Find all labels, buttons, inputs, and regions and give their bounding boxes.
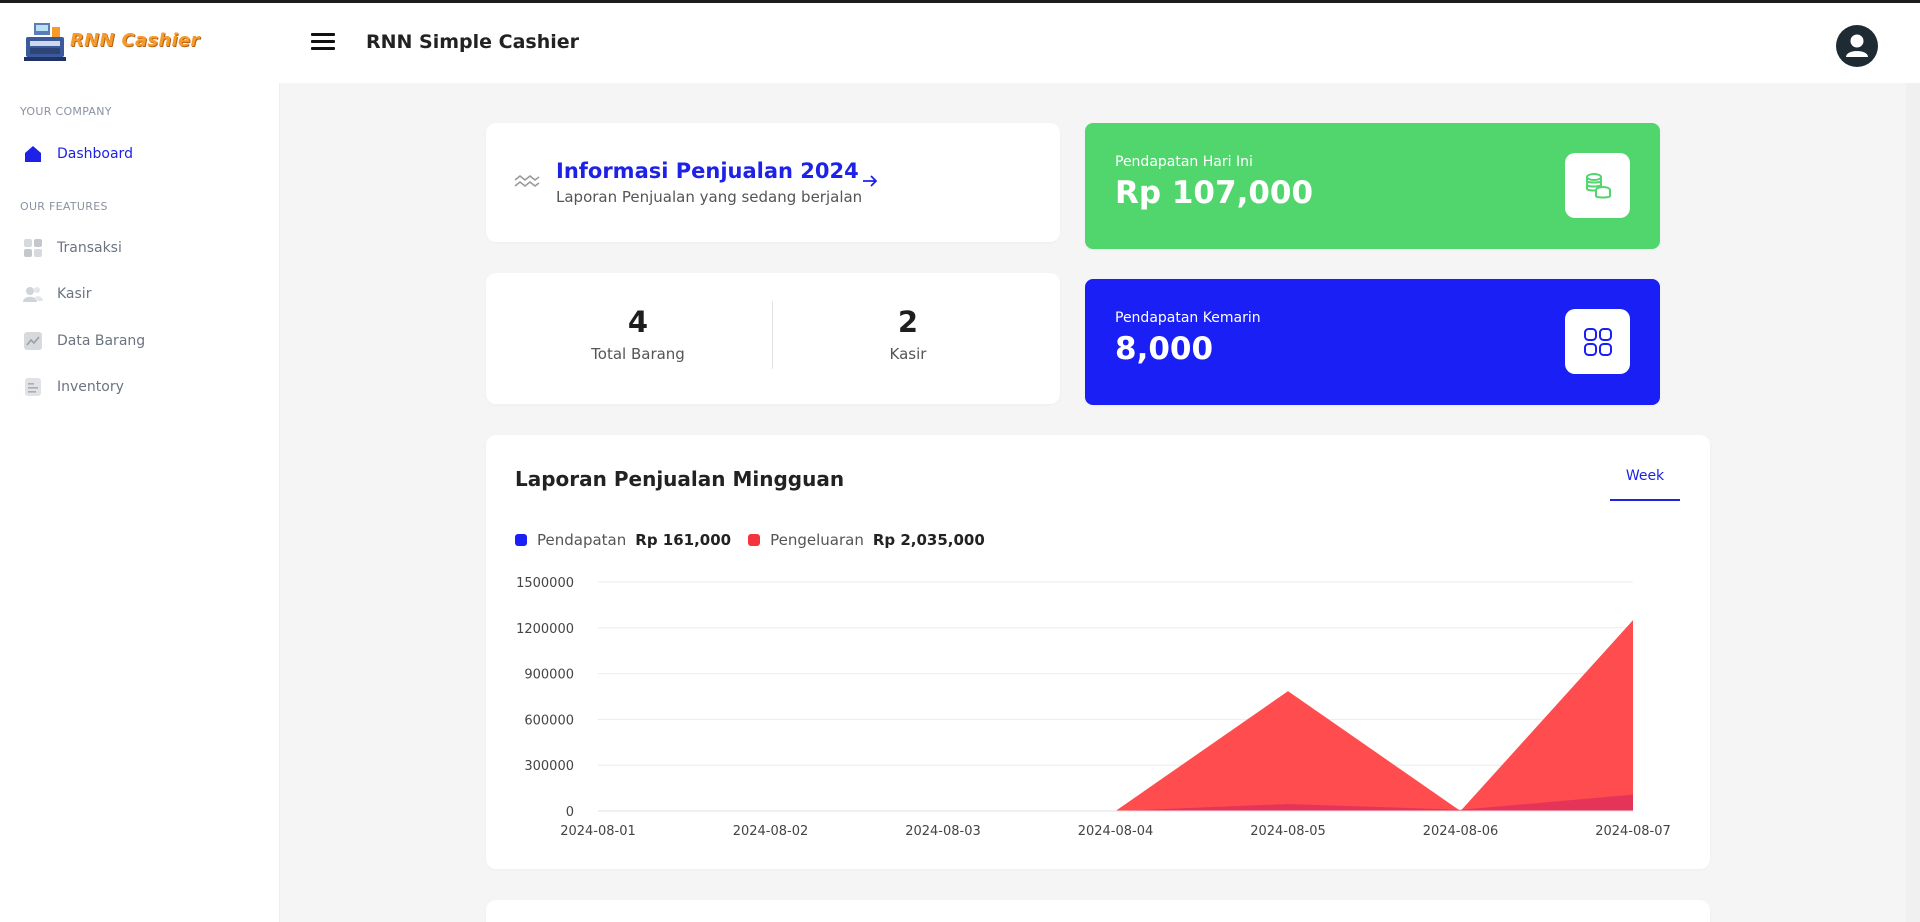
sidebar-item-dashboard[interactable]: Dashboard: [22, 139, 262, 169]
sidebar-item-label: Dashboard: [57, 146, 133, 162]
sidebar: YOUR COMPANY Dashboard OUR FEATURES Tran…: [0, 83, 280, 922]
series-area-pengeluaran: [598, 620, 1633, 811]
x-tick-label: 2024-08-02: [733, 824, 809, 839]
kpi-value: 8,000: [1115, 331, 1214, 367]
chart-title: Laporan Penjualan Mingguan: [515, 467, 845, 491]
apps-grid-icon: [1583, 327, 1612, 356]
weekly-sales-chart-card: 0 300000 600000 900000 1200000 1500000 2024-08…: [486, 435, 1710, 869]
x-tick-label: 2024-08-05: [1250, 824, 1326, 839]
info-card-subtitle: Laporan Penjualan yang sedang berjalan: [556, 188, 863, 206]
legend-name: Pendapatan: [537, 531, 627, 549]
sidebar-item-label: Data Barang: [57, 333, 146, 349]
logo[interactable]: RNN Cashier: [22, 17, 200, 63]
y-tick-label: 0: [566, 805, 574, 820]
user-avatar-button[interactable]: [1836, 25, 1878, 67]
wave-icon: [514, 174, 540, 188]
kpi-yesterday-revenue: Pendapatan Kemarin 8,000: [1085, 279, 1660, 405]
home-icon: [22, 143, 44, 165]
x-tick-label: 2024-08-04: [1078, 824, 1154, 839]
top-header: RNN Cashier RNN Simple Cashier: [0, 3, 1920, 83]
chart-icon: [22, 330, 44, 352]
sidebar-item-label: Inventory: [57, 379, 124, 395]
legend-amount: Rp 2,035,000: [872, 531, 985, 549]
logo-text: RNN Cashier: [70, 29, 200, 51]
legend-swatch-pendapatan: [515, 534, 527, 546]
sidebar-section-company: YOUR COMPANY: [20, 105, 112, 118]
sidebar-section-features: OUR FEATURES: [20, 200, 108, 213]
weekly-sales-chart: 0 300000 600000 900000 1200000 1500000 2024-08…: [516, 576, 1671, 839]
legend-name: Pengeluaran: [770, 531, 864, 549]
hamburger-icon-line: [311, 33, 335, 36]
cash-register-icon: [24, 23, 66, 61]
hamburger-icon-line: [311, 40, 335, 43]
kpi-label: Pendapatan Hari Ini: [1115, 154, 1253, 170]
coins-icon: [1585, 172, 1611, 198]
hamburger-icon-line: [311, 47, 335, 50]
user-icon: [1846, 34, 1868, 57]
app-title: RNN Simple Cashier: [366, 31, 580, 53]
next-section-card: [486, 900, 1710, 922]
document-icon: [22, 376, 44, 398]
sidebar-item-kasir[interactable]: Kasir: [22, 279, 262, 309]
stat-value: 2: [897, 305, 919, 339]
window-top-border: [0, 0, 1920, 3]
stat-kasir: 2 Kasir: [808, 305, 1008, 363]
info-card-title: Informasi Penjualan 2024: [556, 159, 859, 183]
sidebar-item-label: Kasir: [57, 286, 92, 302]
sidebar-item-label: Transaksi: [57, 240, 122, 256]
kpi-today-revenue: Pendapatan Hari Ini Rp 107,000: [1085, 123, 1660, 249]
y-tick-label: 300000: [524, 759, 574, 774]
y-tick-label: 900000: [524, 668, 574, 683]
tab-week[interactable]: Week: [1610, 461, 1680, 501]
legend-amount: Rp 161,000: [635, 531, 732, 549]
sidebar-item-transaksi[interactable]: Transaksi: [22, 233, 262, 263]
arrow-right-icon[interactable]: [860, 172, 880, 190]
x-tick-label: 2024-08-03: [905, 824, 981, 839]
sidebar-item-inventory[interactable]: Inventory: [22, 372, 262, 402]
kpi-icon-box: [1565, 153, 1630, 218]
stat-value: 4: [627, 305, 649, 339]
kpi-icon-box: [1565, 309, 1630, 374]
y-tick-label: 1500000: [516, 576, 574, 591]
x-tick-label: 2024-08-01: [560, 824, 636, 839]
sidebar-item-data-barang[interactable]: Data Barang: [22, 326, 262, 356]
sales-info-card: Informasi Penjualan 2024 Laporan Penjual…: [486, 123, 1060, 242]
chart-legend: Pendapatan Rp 161,000 Pengeluaran Rp 2,0…: [515, 531, 1002, 549]
page-scrollbar[interactable]: [1906, 83, 1920, 922]
legend-swatch-pengeluaran: [748, 534, 761, 546]
stat-divider: [772, 301, 773, 369]
y-tick-label: 600000: [524, 713, 574, 728]
x-tick-label: 2024-08-06: [1423, 824, 1499, 839]
grid-icon: [22, 237, 44, 259]
menu-toggle-button[interactable]: [311, 30, 337, 56]
users-icon: [22, 283, 44, 305]
x-tick-label: 2024-08-07: [1595, 824, 1671, 839]
stats-card: 4 Total Barang 2 Kasir: [486, 273, 1060, 404]
y-tick-label: 1200000: [516, 622, 574, 637]
stat-total-barang: 4 Total Barang: [538, 305, 738, 363]
stat-label: Total Barang: [591, 345, 685, 363]
stat-label: Kasir: [889, 345, 927, 363]
kpi-value: Rp 107,000: [1115, 175, 1314, 211]
kpi-label: Pendapatan Kemarin: [1115, 310, 1261, 326]
